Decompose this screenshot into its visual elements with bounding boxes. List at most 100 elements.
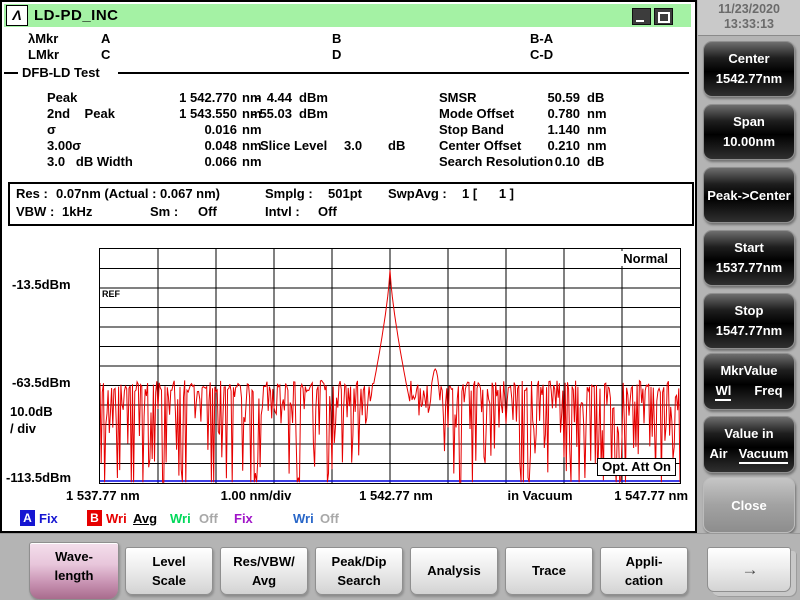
value-in-air-option[interactable]: Air xyxy=(710,446,728,464)
smsr-value: 50.59 xyxy=(547,90,580,105)
trace-a-mode: Fix xyxy=(39,511,58,526)
smsr-label: SMSR xyxy=(439,90,477,105)
mode-offset-value: 0.780 xyxy=(547,106,580,121)
span-softkey-label: Span xyxy=(733,114,765,129)
stop-band-unit: nm xyxy=(587,122,607,137)
smplg-value: 501pt xyxy=(328,186,362,201)
smsr-unit: dB xyxy=(587,90,605,105)
time-text: 13:33:13 xyxy=(723,17,775,31)
start-softkey[interactable]: Start 1537.77nm xyxy=(703,230,795,286)
stop-band-label: Stop Band xyxy=(439,122,504,137)
application-key[interactable]: Appli- cation xyxy=(600,547,688,595)
analysis-key[interactable]: Analysis xyxy=(410,547,498,595)
datetime-display: 11/23/2020 13:33:13 xyxy=(698,0,800,36)
marker-value-softkey-label: MkrValue xyxy=(720,363,778,378)
marker-value-wl-option[interactable]: Wl xyxy=(715,383,732,401)
second-peak-label: 2nd Peak xyxy=(47,106,115,121)
res-vbw-avg-key[interactable]: Res/VBW/ Avg xyxy=(220,547,308,595)
trace-c-mode: Wri xyxy=(170,511,191,526)
more-keys-arrow-key[interactable]: → xyxy=(707,547,791,592)
optical-attenuator-status: Opt. Att On xyxy=(597,458,676,476)
marker-value-softkey[interactable]: MkrValue Wl Freq xyxy=(703,353,795,410)
minimize-button[interactable] xyxy=(632,8,651,25)
level-scale-key[interactable]: Level Scale xyxy=(125,547,213,595)
peak-wavelength-value: 1 542.770 xyxy=(179,90,237,105)
marker-a-label: A xyxy=(101,31,111,46)
slice-level-value: 3.0 xyxy=(344,138,363,153)
center-offset-label: Center Offset xyxy=(439,138,522,153)
swpavg-value: 1 [ 1 ] xyxy=(462,186,515,201)
marker-ba-label: B-A xyxy=(530,31,554,46)
softkey-sidebar: 11/23/2020 13:33:13 Center 1542.77nm Spa… xyxy=(698,0,800,600)
db-width-label: 3.0 dB Width xyxy=(47,154,133,169)
trace-b-mode: Wri xyxy=(106,511,127,526)
smplg-key: Smplg : xyxy=(265,186,313,201)
start-softkey-value: 1537.77nm xyxy=(715,260,783,275)
three-sigma-label: 3.00σ xyxy=(47,138,82,153)
application-key-line1: Appli- xyxy=(625,554,663,569)
marker-cd-label: C-D xyxy=(530,47,554,62)
ref-annotation: REF xyxy=(102,289,120,299)
trace-key[interactable]: Trace xyxy=(505,547,593,595)
marker-c-label: C xyxy=(101,47,111,62)
peak-power-value: - 4.44 xyxy=(255,90,292,105)
res-key: Res : xyxy=(16,186,48,201)
peak-dip-search-key[interactable]: Peak/Dip Search xyxy=(315,547,403,595)
value-in-vacuum-option[interactable]: Vacuum xyxy=(738,446,789,464)
center-offset-unit: nm xyxy=(587,138,607,153)
slice-level-unit: dB xyxy=(388,138,406,153)
start-softkey-label: Start xyxy=(734,240,764,255)
chart-grid xyxy=(100,249,680,483)
center-softkey-value: 1542.77nm xyxy=(715,71,783,86)
y-bottom-level-label: -113.5dBm xyxy=(6,470,72,485)
separator-line xyxy=(118,72,689,74)
close-softkey-label: Close xyxy=(731,498,767,513)
application-key-line2: cation xyxy=(624,573,664,588)
sigma-unit: nm xyxy=(242,122,262,137)
second-peak-wavelength-value: 1 543.550 xyxy=(179,106,237,121)
intvl-value: Off xyxy=(318,204,337,219)
spectrum-chart: REF Normal Opt. Att On xyxy=(99,248,681,484)
center-offset-value: 0.210 xyxy=(547,138,580,153)
wavelength-marker-label: λMkr xyxy=(28,31,59,46)
value-in-softkey-label: Value in xyxy=(724,426,774,441)
intvl-key: Intvl : xyxy=(265,204,300,219)
value-in-softkey[interactable]: Value in Air Vacuum xyxy=(703,416,795,473)
analysis-section-title: DFB-LD Test xyxy=(22,65,100,80)
trace-b-badge[interactable]: B xyxy=(87,510,102,526)
trace-c-state: Off xyxy=(199,511,218,526)
span-softkey[interactable]: Span 10.00nm xyxy=(703,104,795,160)
span-softkey-value: 10.00nm xyxy=(722,134,776,149)
y-scale-label: 10.0dB xyxy=(10,404,53,419)
peak-dip-search-key-line2: Search xyxy=(337,573,381,588)
trace-a-badge[interactable]: A xyxy=(20,510,35,526)
peak-to-center-softkey[interactable]: Peak->Center xyxy=(703,167,795,223)
stop-softkey[interactable]: Stop 1547.77nm xyxy=(703,293,795,349)
date-text: 11/23/2020 xyxy=(718,2,780,16)
level-scale-key-line1: Level xyxy=(152,554,186,569)
search-resolution-value: 0.10 xyxy=(554,154,580,169)
search-resolution-unit: dB xyxy=(587,154,605,169)
sweep-mode-annotation: Normal xyxy=(621,251,670,266)
anritsu-logo-icon: Λ xyxy=(6,5,28,26)
x-medium-label: in Vacuum xyxy=(507,488,573,503)
sigma-value: 0.016 xyxy=(204,122,237,137)
db-width-value: 0.066 xyxy=(204,154,237,169)
res-value: 0.07nm (Actual : 0.067 nm) xyxy=(56,186,220,201)
maximize-icon xyxy=(658,12,670,23)
sigma-label: σ xyxy=(47,122,56,137)
wavelength-key[interactable]: Wave- length xyxy=(29,542,119,600)
separator-line xyxy=(4,72,18,74)
marker-d-label: D xyxy=(332,47,342,62)
main-window: Λ LD-PD_INC λMkr A B B-A LMkr C D C-D DF… xyxy=(0,0,697,533)
osa-screen: Λ LD-PD_INC λMkr A B B-A LMkr C D C-D DF… xyxy=(0,0,800,600)
close-softkey[interactable]: Close xyxy=(703,477,795,533)
maximize-button[interactable] xyxy=(654,8,673,25)
marker-value-freq-option[interactable]: Freq xyxy=(754,383,782,401)
three-sigma-value: 0.048 xyxy=(204,138,237,153)
trace-b-avg-mode: Avg xyxy=(133,511,158,526)
x-stop-label: 1 547.77 nm xyxy=(614,488,688,503)
center-softkey[interactable]: Center 1542.77nm xyxy=(703,41,795,97)
right-arrow-icon: → xyxy=(741,560,759,579)
peak-to-center-softkey-label: Peak->Center xyxy=(707,188,791,203)
